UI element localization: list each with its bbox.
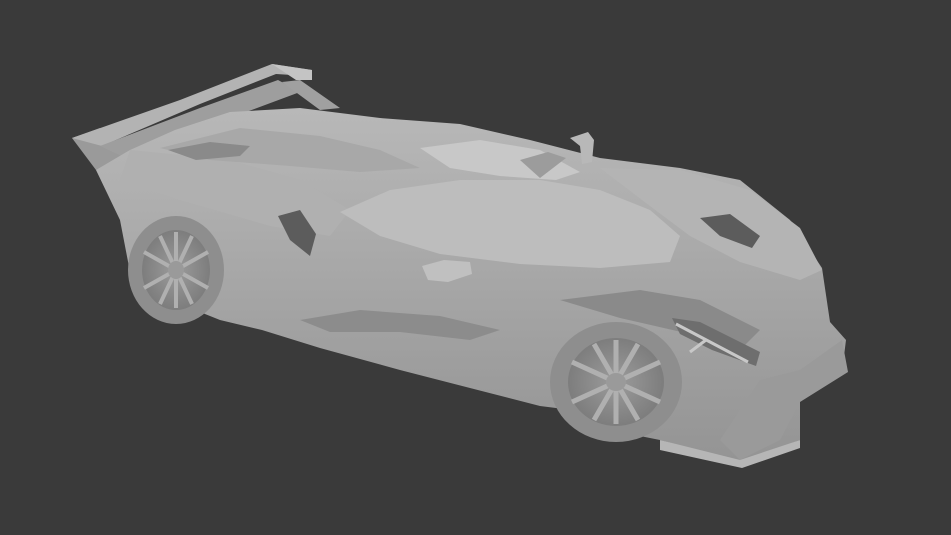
3d-viewport[interactable] (0, 0, 951, 535)
front-hub (606, 373, 626, 391)
rear-hub (168, 261, 184, 279)
car-render (0, 0, 951, 535)
rear-wheel (128, 216, 224, 324)
front-wheel (550, 322, 682, 442)
